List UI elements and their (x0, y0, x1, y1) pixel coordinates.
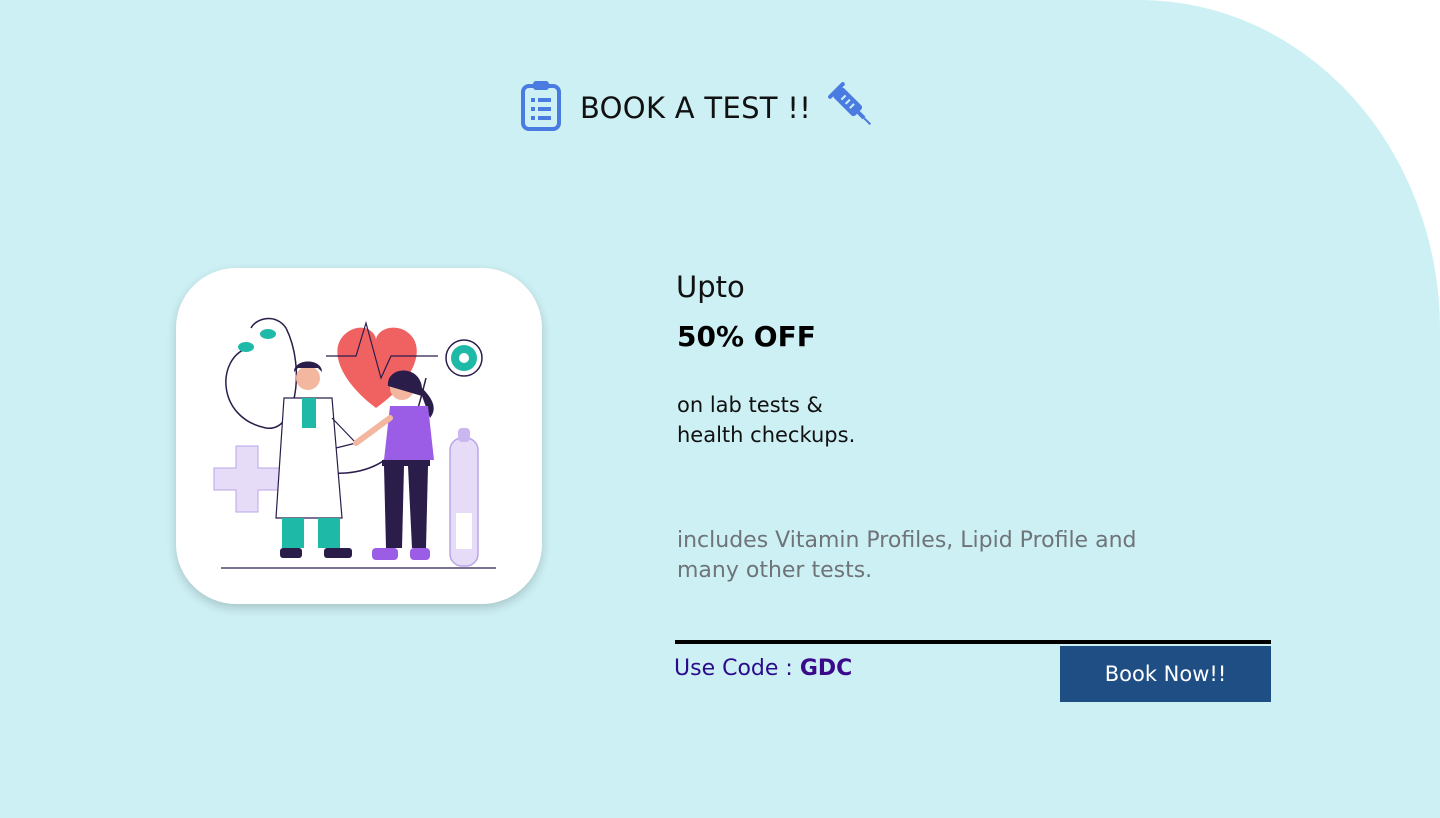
offer-subtext: on lab tests & health checkups. (677, 390, 977, 450)
book-now-button[interactable]: Book Now!! (1060, 646, 1271, 702)
offer-description: includes Vitamin Profiles, Lipid Profile… (677, 528, 1137, 583)
clipboard-icon (520, 80, 562, 136)
offer-subtext-line2: health checkups. (677, 423, 856, 447)
page-header: BOOK A TEST !! (520, 80, 879, 136)
divider (675, 640, 1271, 644)
discount-headline: 50% OFF (677, 320, 816, 353)
page-title: BOOK A TEST !! (580, 91, 812, 125)
promo-code-label: Use Code : (674, 656, 800, 681)
offer-subtext-line1: on lab tests & (677, 393, 823, 417)
doctor-patient-illustration (213, 317, 496, 569)
promo-code: Use Code : GDC (674, 656, 852, 681)
illustration-card (176, 268, 542, 604)
syringe-icon (825, 79, 879, 137)
promo-code-value: GDC (799, 656, 853, 681)
offer-prefix: Upto (676, 270, 745, 304)
